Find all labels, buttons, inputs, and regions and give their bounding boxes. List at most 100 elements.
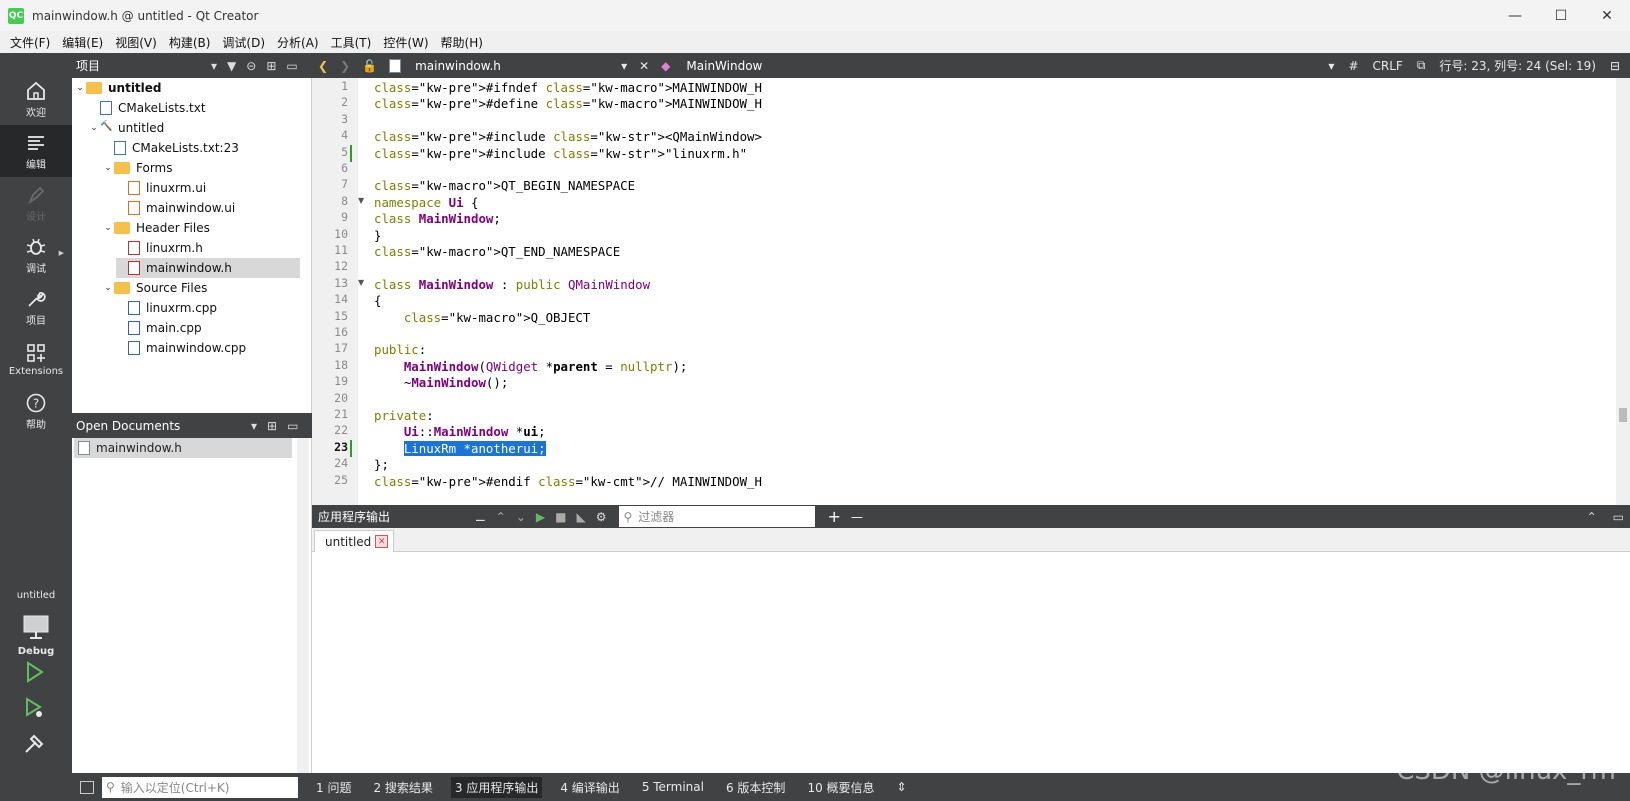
menu-tools[interactable]: 工具(T) — [325, 34, 378, 51]
attach-debugger-icon[interactable]: ◣ — [576, 510, 585, 524]
chevron-up-icon[interactable]: ⌃ — [496, 510, 506, 524]
chevron-down-icon[interactable]: ▾ — [621, 59, 627, 73]
tree-item[interactable]: linuxrm.h — [116, 238, 300, 258]
code-line[interactable]: private: — [374, 407, 434, 424]
chevron-down-icon[interactable]: ⌄ — [102, 283, 114, 293]
link-icon[interactable]: ⊝ — [246, 59, 256, 73]
forward-arrow-icon[interactable]: ❯ — [340, 59, 350, 73]
remove-output-icon[interactable]: — — [851, 510, 863, 524]
minimize-button[interactable]: — — [1492, 0, 1538, 31]
tab-search-results[interactable]: 2 搜索结果 — [369, 777, 436, 798]
menu-help[interactable]: 帮助(H) — [435, 34, 489, 51]
open-document-item[interactable]: mainwindow.h — [74, 438, 292, 458]
chevron-down-icon[interactable]: ⌄ — [102, 163, 114, 173]
fold-arrow-icon[interactable]: ▼ — [358, 196, 368, 205]
kit-selector-monitor-icon[interactable] — [22, 613, 50, 641]
cursor-position[interactable]: 行号: 23, 列号: 24 (Sel: 19) — [1439, 57, 1596, 74]
split-icon[interactable]: ⊟ — [1610, 59, 1620, 73]
hash-toggle[interactable]: # — [1348, 59, 1358, 73]
chevron-down-icon[interactable]: ⌄ — [516, 510, 526, 524]
code-line[interactable]: ~MainWindow(); — [374, 374, 508, 391]
split-icon[interactable]: ⊞ — [267, 419, 277, 433]
maximize-button[interactable]: ☐ — [1538, 0, 1584, 31]
tab-compile-output[interactable]: 4 编译输出 — [556, 777, 623, 798]
locator-input[interactable]: ⚲ 输入以定位(Ctrl+K) — [102, 776, 298, 798]
code-line[interactable]: class="kw-macro">Q_OBJECT — [374, 309, 591, 326]
menu-debug[interactable]: 调试(D) — [216, 34, 271, 51]
code-line[interactable]: }; — [374, 456, 389, 473]
menu-view[interactable]: 视图(V) — [109, 34, 163, 51]
filter-icon[interactable]: ▼ — [227, 59, 236, 73]
menu-edit[interactable]: 编辑(E) — [56, 34, 109, 51]
encoding-icon[interactable]: ⧉ — [1417, 58, 1426, 73]
tab-general-messages[interactable]: 10 概要信息 — [803, 777, 878, 798]
open-documents-title[interactable]: Open Documents — [76, 419, 246, 433]
close-document-icon[interactable]: ✕ — [639, 59, 649, 73]
chevron-down-icon[interactable]: ▾ — [251, 419, 257, 433]
tree-item[interactable]: ⌄ 🔨 untitled — [88, 118, 300, 138]
code-line[interactable]: class="kw-macro">QT_END_NAMESPACE — [374, 243, 620, 260]
tree-item[interactable]: mainwindow.cpp — [116, 338, 300, 358]
close-pane-icon[interactable]: ▭ — [287, 419, 298, 433]
code-line[interactable]: Ui::MainWindow *ui; — [374, 423, 546, 440]
menu-widgets[interactable]: 控件(W) — [377, 34, 434, 51]
scrollbar-thumb[interactable] — [1619, 408, 1627, 422]
chevron-down-icon[interactable]: ⌄ — [102, 223, 114, 233]
close-pane-icon[interactable]: ▭ — [286, 59, 297, 73]
tree-item[interactable]: linuxrm.cpp — [116, 298, 300, 318]
mode-projects[interactable]: 项目 — [0, 281, 72, 333]
code-line[interactable]: class="kw-macro">QT_BEGIN_NAMESPACE — [374, 177, 635, 194]
text-selection[interactable]: LinuxRm *anotherui; — [403, 440, 546, 456]
code-line[interactable]: } — [374, 227, 381, 244]
close-tab-icon[interactable]: ✕ — [375, 535, 389, 548]
split-icon[interactable]: ⊞ — [266, 59, 276, 73]
tab-terminal[interactable]: 5 Terminal — [638, 778, 708, 796]
code-editor[interactable]: 1 class="kw-pre">#ifndef class="kw-macro"… — [312, 78, 1630, 505]
tree-item[interactable]: mainwindow.h — [116, 258, 300, 278]
symbol-dropdown-chevron-icon[interactable]: ▾ — [1328, 59, 1334, 73]
close-button[interactable]: ✕ — [1584, 0, 1630, 31]
menu-file[interactable]: 文件(F) — [4, 34, 56, 51]
tree-item[interactable]: CMakeLists.txt — [88, 98, 300, 118]
tab-application-output[interactable]: 3 应用程序输出 — [450, 776, 543, 798]
code-line[interactable]: class MainWindow; — [374, 210, 501, 227]
current-file-combo[interactable]: mainwindow.h — [415, 59, 615, 73]
menu-build[interactable]: 构建(B) — [163, 34, 217, 51]
debug-run-icon[interactable] — [22, 696, 46, 720]
tab-issues[interactable]: 1 问题 — [312, 777, 355, 798]
mode-extensions[interactable]: Extensions — [0, 333, 72, 385]
back-arrow-icon[interactable]: ❮ — [318, 59, 328, 73]
tree-item[interactable]: linuxrm.ui — [116, 178, 300, 198]
code-line[interactable]: { — [374, 292, 381, 309]
tree-item[interactable]: ⌄ Forms — [102, 158, 300, 178]
tree-item[interactable]: ⌄ Header Files — [102, 218, 300, 238]
add-output-icon[interactable]: + — [827, 507, 840, 526]
mode-debug[interactable]: 调试 ▶ — [0, 229, 72, 281]
chevron-down-icon[interactable]: ▾ — [211, 59, 217, 73]
code-line[interactable]: class="kw-pre">#include class="kw-str">"… — [374, 145, 747, 162]
close-pane-icon[interactable]: ▭ — [1613, 510, 1624, 524]
output-tab-untitled[interactable]: untitled ✕ — [314, 530, 394, 552]
fold-arrow-icon[interactable]: ▼ — [358, 278, 368, 287]
menu-analyze[interactable]: 分析(A) — [271, 34, 325, 51]
mode-edit[interactable]: 编辑 — [0, 125, 72, 177]
code-line[interactable]: class="kw-pre">#ifndef class="kw-macro">… — [374, 79, 762, 96]
projects-pane-title[interactable]: 项目 — [76, 57, 206, 74]
gear-icon[interactable]: ⚙ — [596, 510, 607, 524]
tab-version-control[interactable]: 6 版本控制 — [722, 777, 789, 798]
application-output-body[interactable] — [312, 552, 1630, 773]
output-filter-input[interactable]: ⚲ 过滤器 — [619, 506, 816, 527]
code-line[interactable]: LinuxRm *anotherui; — [374, 440, 546, 457]
mode-welcome[interactable]: 欢迎 — [0, 73, 72, 125]
code-line[interactable]: class="kw-pre">#endif class="kw-cmt">// … — [374, 473, 762, 490]
code-line[interactable]: class MainWindow : public QMainWindow — [374, 276, 650, 293]
chevron-down-icon[interactable]: ⌄ — [88, 123, 100, 133]
code-line[interactable]: class="kw-pre">#include class="kw-str"><… — [374, 128, 762, 145]
rerun-icon[interactable]: ▶ — [536, 510, 545, 524]
run-icon[interactable] — [22, 660, 46, 684]
tree-item[interactable]: ⌄ untitled — [74, 78, 300, 98]
stop-icon[interactable]: ■ — [555, 510, 566, 524]
scrollbar[interactable] — [297, 438, 309, 773]
maximize-pane-icon[interactable]: ⌃ — [1587, 510, 1597, 524]
more-tabs-icon[interactable]: ⇕ — [893, 778, 911, 796]
